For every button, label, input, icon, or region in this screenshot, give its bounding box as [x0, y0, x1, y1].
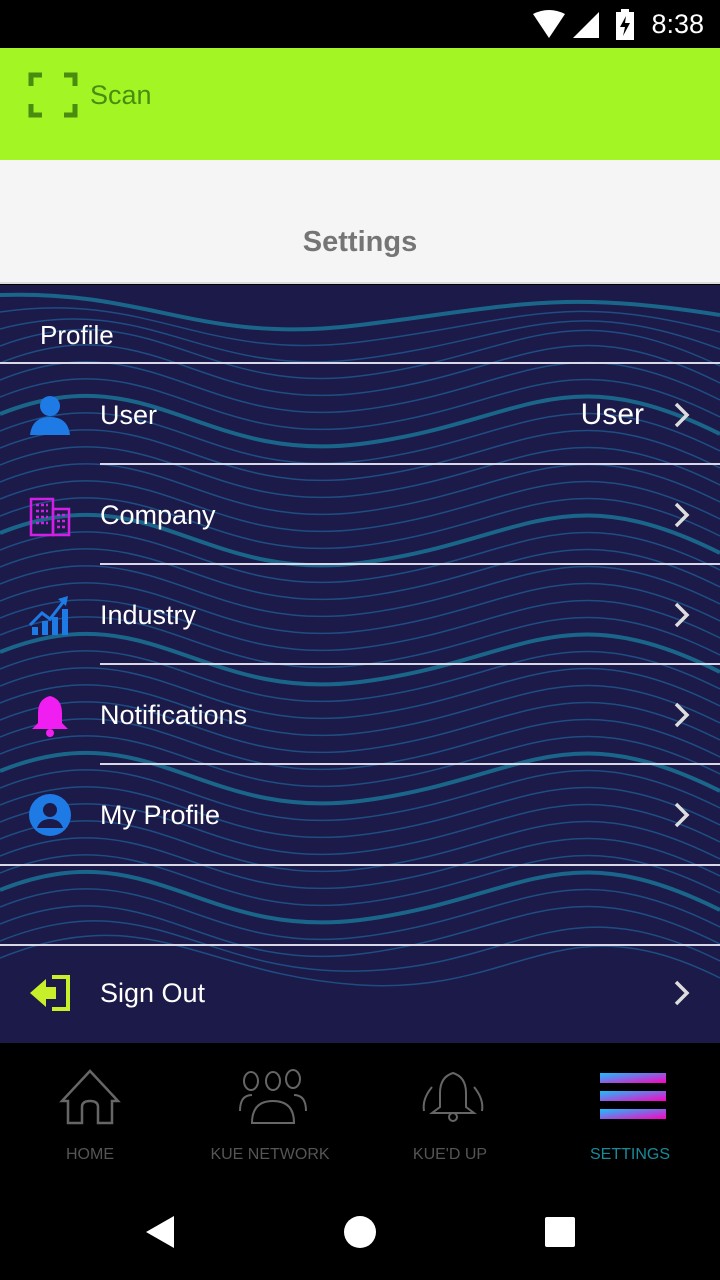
chevron-right-icon	[674, 502, 690, 528]
settings-item-notifications[interactable]: Notifications	[0, 665, 720, 765]
building-icon	[29, 497, 71, 537]
chevron-right-icon	[674, 980, 690, 1006]
item-label: Company	[100, 499, 216, 530]
tab-label: HOME	[66, 1146, 114, 1163]
user-icon	[30, 396, 70, 435]
chart-growth-icon	[28, 596, 68, 635]
sign-out-button[interactable]: Sign Out	[0, 943, 720, 1043]
item-label: My Profile	[100, 799, 221, 830]
clock: 8:38	[651, 9, 704, 39]
home-icon	[59, 1069, 121, 1125]
system-nav-bar	[0, 1185, 720, 1280]
chevron-right-icon	[674, 802, 690, 828]
scan-frame-icon	[28, 72, 78, 118]
chevron-right-icon	[674, 702, 690, 728]
back-icon[interactable]	[144, 1215, 176, 1249]
settings-item-company[interactable]: Company	[0, 465, 720, 565]
settings-item-industry[interactable]: Industry	[0, 565, 720, 665]
wave-line	[0, 869, 720, 925]
wave-line	[0, 888, 720, 941]
tab-label: KUE NETWORK	[210, 1146, 330, 1163]
tab-kue-network[interactable]: KUE NETWORK	[180, 1043, 360, 1185]
tab-kued-up[interactable]: KUE'D UP	[360, 1043, 540, 1185]
recents-icon[interactable]	[545, 1217, 575, 1247]
divider	[0, 864, 720, 866]
bell-icon	[32, 696, 68, 737]
chevron-right-icon	[674, 602, 690, 628]
tab-home[interactable]: HOME	[0, 1043, 180, 1185]
menu-gradient-icon	[600, 1073, 666, 1119]
scan-button[interactable]: Scan	[28, 72, 152, 118]
item-label: Notifications	[100, 699, 248, 730]
divider	[0, 362, 720, 364]
settings-item-my-profile[interactable]: My Profile	[0, 765, 720, 865]
tab-settings[interactable]: SETTINGS	[540, 1043, 720, 1185]
account-circle-icon	[29, 794, 71, 836]
title-bar: Settings	[0, 160, 720, 284]
section-label-profile: Profile	[40, 320, 114, 350]
wifi-signal-icon	[533, 10, 599, 38]
item-label: User	[100, 399, 158, 430]
page-title: Settings	[302, 226, 418, 258]
settings-panel: Profile User User Company Industry Notif…	[0, 285, 720, 1043]
item-value: User	[580, 398, 644, 431]
group-icon	[239, 1069, 307, 1124]
chevron-right-icon	[674, 402, 690, 428]
settings-item-user[interactable]: User User	[0, 365, 720, 465]
battery-charging-icon	[616, 9, 634, 40]
bell-ringing-icon	[422, 1071, 484, 1122]
home-circle-icon[interactable]	[344, 1216, 376, 1248]
status-bar: 8:38	[0, 0, 720, 48]
app-bar: Scan	[0, 48, 720, 160]
scan-label: Scan	[90, 79, 152, 110]
tab-label: SETTINGS	[589, 1146, 670, 1163]
bottom-nav: HOME KUE NETWORK KUE'D UP SETTINGS	[0, 1043, 720, 1185]
tab-label: KUE'D UP	[412, 1146, 488, 1163]
sign-out-label: Sign Out	[100, 977, 206, 1008]
sign-out-icon	[30, 975, 70, 1011]
item-label: Industry	[100, 599, 197, 630]
